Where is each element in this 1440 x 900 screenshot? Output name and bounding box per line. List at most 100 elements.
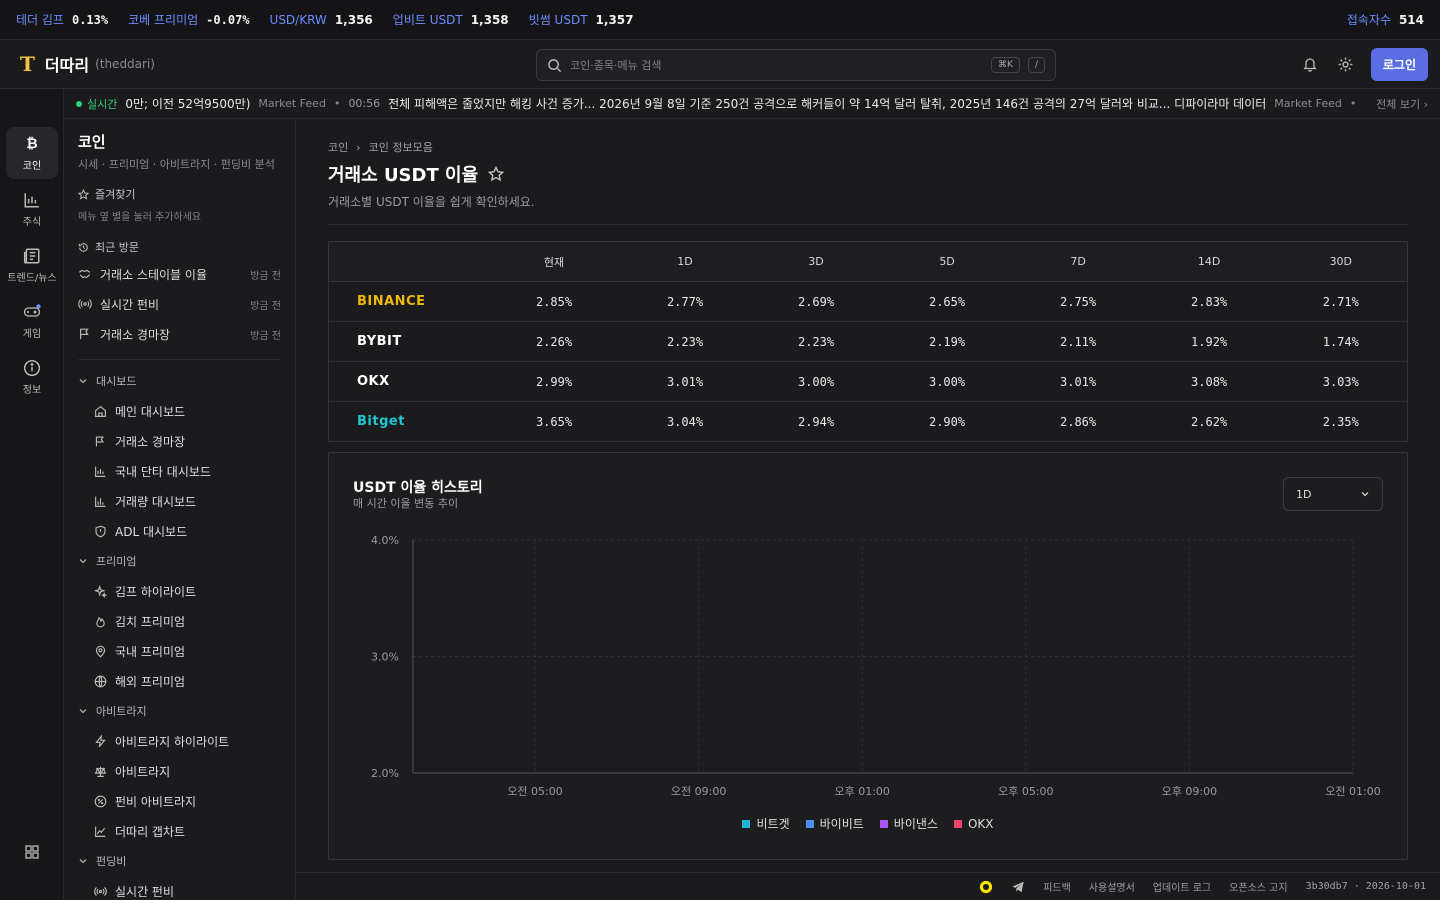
legend-item[interactable]: OKX xyxy=(953,815,994,832)
rate-cell: 2.77% xyxy=(619,281,751,322)
rate-cell: 2.90% xyxy=(881,401,1013,442)
flag-icon xyxy=(95,435,105,446)
nav-main-dashboard[interactable]: 메인 대시보드 xyxy=(78,396,281,426)
shield-icon xyxy=(95,525,106,537)
line-chart-icon xyxy=(95,826,106,837)
nav-funding-arbitrage[interactable]: 펀비 아비트라지 xyxy=(78,786,281,816)
nav-kimchi-premium[interactable]: 김치 프리미엄 xyxy=(78,606,281,636)
nav-exchange-race[interactable]: 거래소 경마장 xyxy=(78,426,281,456)
nav-volume-dashboard[interactable]: 거래량 대시보드 xyxy=(78,486,281,516)
rate-cell: 2.94% xyxy=(750,401,882,442)
rate-cell: 1.92% xyxy=(1143,321,1275,362)
rate-cell: 2.62% xyxy=(1143,401,1275,442)
exchange-cell: OKX xyxy=(328,361,489,402)
footer-updates-link[interactable]: 업데이트 로그 xyxy=(1153,879,1211,894)
range-select[interactable]: 1D xyxy=(1283,477,1383,511)
column-header: 7D xyxy=(1012,241,1144,282)
global-search[interactable]: ⌘K / xyxy=(536,49,1056,81)
rate-cell: 2.19% xyxy=(881,321,1013,362)
group-arbitrage[interactable]: 아비트라지 xyxy=(78,696,281,726)
percent-circle-icon xyxy=(94,795,107,807)
chevron-down-icon xyxy=(79,859,87,864)
x-tick-label: 오후 05:00 xyxy=(998,785,1053,798)
chevron-down-icon xyxy=(79,379,87,384)
rate-cell: 2.71% xyxy=(1274,281,1408,322)
nav-domestic-scalp-dashboard[interactable]: 국내 단타 대시보드 xyxy=(78,456,281,486)
favorites-hint: 메뉴 옆 별을 눌러 추가하세요 xyxy=(78,212,202,223)
star-icon[interactable] xyxy=(488,166,505,182)
nav-domestic-premium[interactable]: 국내 프리미엄 xyxy=(78,636,281,666)
nav-kimp-highlight[interactable]: 김프 하이라이트 xyxy=(78,576,281,606)
grid-icon xyxy=(25,845,39,859)
site-logo[interactable]: T 더따리 (theddari) xyxy=(20,52,155,76)
rate-cell: 2.85% xyxy=(488,281,620,322)
rail-item-info[interactable]: 정보 xyxy=(6,351,58,403)
logo-mark: T xyxy=(20,52,35,76)
legend-item[interactable]: 바이낸스 xyxy=(879,815,938,832)
rate-cell: 2.35% xyxy=(1274,401,1408,442)
nav-overseas-premium[interactable]: 해외 프리미엄 xyxy=(78,666,281,696)
info-icon xyxy=(23,359,41,376)
rail-item-game[interactable]: 게임 xyxy=(6,295,58,347)
login-button[interactable]: 로그인 xyxy=(1370,47,1428,81)
footer-feedback-link[interactable]: 피드백 xyxy=(1043,879,1071,894)
rail-item-coin[interactable]: ₿ 코인 xyxy=(6,127,58,179)
rate-cell: 2.11% xyxy=(1012,321,1144,362)
bitcoin-icon: ₿ xyxy=(26,136,38,152)
rail-item-trend-news[interactable]: 트렌드/뉴스 xyxy=(6,239,58,291)
y-tick-label: 2.0% xyxy=(371,767,399,780)
gamepad-icon xyxy=(23,303,41,317)
group-dashboard[interactable]: 대시보드 xyxy=(78,366,281,396)
exchange-logo: OKX xyxy=(357,374,390,389)
recent-item-realtime-funding[interactable]: 실시간 펀비 방금 전 xyxy=(78,289,281,319)
legend-item[interactable]: 바이비트 xyxy=(805,815,864,832)
search-input[interactable] xyxy=(570,58,984,72)
footer-manual-link[interactable]: 사용설명서 xyxy=(1089,879,1135,894)
breadcrumb-coin[interactable]: 코인 xyxy=(328,139,348,155)
group-premium[interactable]: 프리미엄 xyxy=(78,546,281,576)
nav-realtime-funding[interactable]: 실시간 펀비 xyxy=(78,876,281,900)
left-rail: ₿ 코인 주식 트렌드/뉴스 게임 정보 xyxy=(0,89,64,900)
title-divider xyxy=(328,224,1408,225)
notifications-button[interactable] xyxy=(1299,53,1321,75)
column-header: 5D xyxy=(881,241,1013,282)
gear-icon xyxy=(1338,57,1353,71)
rate-cell: 3.00% xyxy=(750,361,882,402)
column-header: 3D xyxy=(750,241,882,282)
breadcrumb-coin-info[interactable]: 코인 정보모음 xyxy=(369,139,433,155)
rate-cell: 2.99% xyxy=(488,361,620,402)
news-source: Market Feed xyxy=(1274,97,1342,110)
news-item[interactable]: 전체 피해액은 줄었지만 해킹 사건 증가... 2026년 9월 8일 기준 … xyxy=(388,95,1266,112)
x-tick-label: 오전 01:00 xyxy=(1325,785,1380,798)
column-header-exchange xyxy=(328,241,489,282)
news-view-all-link[interactable]: 전체 보기 › xyxy=(1368,95,1428,112)
rail-item-stock[interactable]: 주식 xyxy=(6,183,58,235)
recent-item-stable-rate[interactable]: 거래소 스테이블 이율 방금 전 xyxy=(78,259,281,289)
nav-gap-chart[interactable]: 더따리 갭차트 xyxy=(78,816,281,846)
chart-legend: 비트겟 바이비트 바이낸스 OKX xyxy=(329,815,1407,832)
bell-icon xyxy=(1303,58,1317,72)
telegram-icon[interactable] xyxy=(1011,880,1025,894)
settings-button[interactable] xyxy=(1335,53,1357,75)
nav-arbitrage-highlight[interactable]: 아비트라지 하이라이트 xyxy=(78,726,281,756)
rail-apps-button[interactable] xyxy=(6,835,58,869)
legend-label: OKX xyxy=(967,816,994,831)
exchange-cell: Bitget xyxy=(328,401,489,442)
chart-title: USDT 이율 히스토리 xyxy=(353,480,483,496)
exchange-logo: Bitget xyxy=(357,414,405,429)
column-header: 1D xyxy=(619,241,751,282)
site-subname: (theddari) xyxy=(95,57,155,71)
legend-item[interactable]: 비트겟 xyxy=(742,815,790,832)
nav-arbitrage[interactable]: 아비트라지 xyxy=(78,756,281,786)
legend-label: 바이낸스 xyxy=(893,817,938,831)
shortcut-cmd-k: ⌘K xyxy=(991,57,1020,73)
nav-adl-dashboard[interactable]: ADL 대시보드 xyxy=(78,516,281,546)
legend-label: 비트겟 xyxy=(756,817,790,831)
footer-oss-link[interactable]: 오픈소스 고지 xyxy=(1229,879,1287,894)
news-item[interactable]: 0만; 이전 52억9500만) xyxy=(125,95,250,112)
recent-item-exchange-race[interactable]: 거래소 경마장 방금 전 xyxy=(78,319,281,349)
handshake-icon xyxy=(78,269,91,279)
chevron-down-icon xyxy=(1361,492,1369,497)
group-funding[interactable]: 펀딩비 xyxy=(78,846,281,876)
kakao-talk-icon[interactable] xyxy=(979,880,993,894)
